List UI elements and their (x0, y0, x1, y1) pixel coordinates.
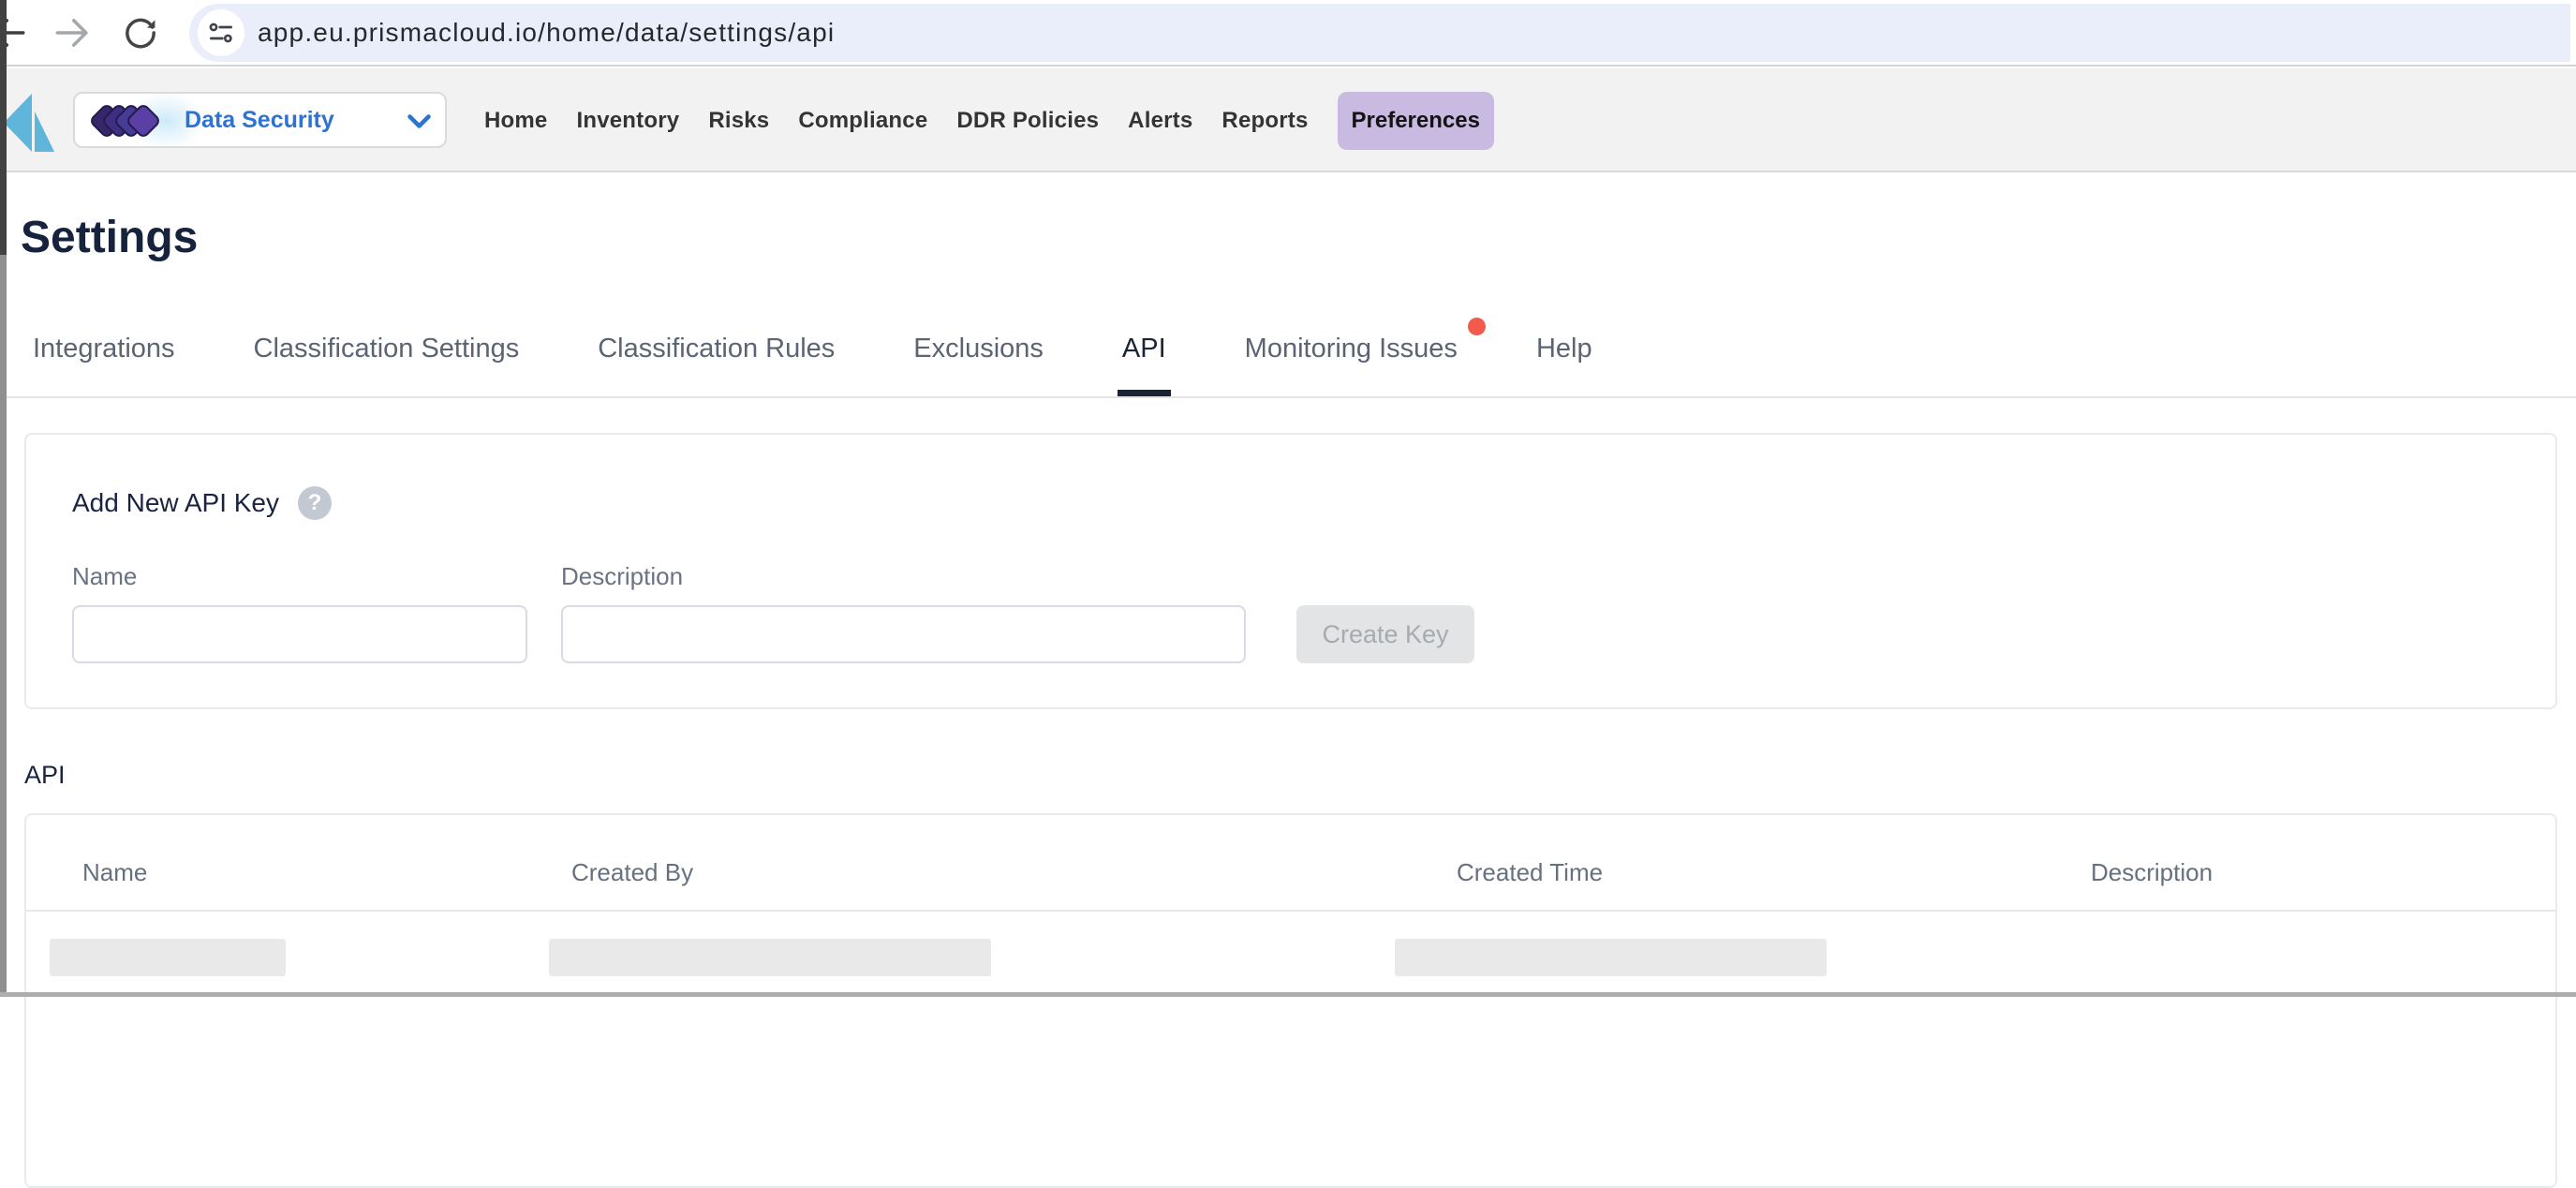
help-icon[interactable]: ? (298, 486, 332, 520)
nav-item-home[interactable]: Home (484, 108, 547, 134)
tab-label: Exclusions (913, 334, 1044, 364)
url-text: app.eu.prismacloud.io/home/data/settings… (258, 4, 835, 62)
window-edge-bottom (0, 255, 7, 997)
tabs-divider (7, 396, 2576, 398)
name-input[interactable] (72, 605, 527, 663)
tab-label: Classification Rules (598, 334, 835, 364)
address-bar[interactable]: app.eu.prismacloud.io/home/data/settings… (189, 4, 2570, 62)
form-section-title: Add New API Key (72, 488, 279, 518)
nav-item-risks[interactable]: Risks (708, 108, 769, 134)
nav-item-alerts[interactable]: Alerts (1128, 108, 1192, 134)
name-field-label: Name (72, 562, 137, 591)
tab-classification-rules[interactable]: Classification Rules (598, 330, 835, 396)
settings-tabs: Integrations Classification Settings Cla… (33, 330, 1592, 396)
create-key-button[interactable]: Create Key (1296, 605, 1474, 663)
nav-item-compliance[interactable]: Compliance (798, 108, 927, 134)
nav-item-reports[interactable]: Reports (1221, 108, 1308, 134)
add-api-key-card: Add New API Key ? Name Description Creat… (24, 433, 2557, 709)
chevron-down-icon (407, 114, 431, 129)
nav-item-preferences[interactable]: Preferences (1338, 92, 1494, 150)
forward-icon[interactable] (52, 13, 92, 52)
tune-icon (206, 18, 236, 48)
tab-label: Help (1536, 334, 1592, 364)
loading-placeholder (50, 939, 286, 976)
browser-toolbar: app.eu.prismacloud.io/home/data/settings… (0, 0, 2576, 67)
column-header-description: Description (2091, 858, 2213, 887)
page-title: Settings (21, 212, 198, 263)
api-keys-table-card: Name Created By Created Time Description (24, 813, 2557, 1188)
product-switcher-label: Data Security (185, 94, 334, 146)
tab-label: Integrations (33, 334, 175, 364)
column-header-created-by: Created By (571, 858, 693, 887)
tab-integrations[interactable]: Integrations (33, 330, 175, 396)
app-navbar: Data Security Home Inventory Risks Compl… (0, 68, 2576, 172)
tab-api[interactable]: API (1122, 330, 1166, 396)
description-field-label: Description (561, 562, 683, 591)
tab-exclusions[interactable]: Exclusions (913, 330, 1044, 396)
nav-item-ddr-policies[interactable]: DDR Policies (956, 108, 1099, 134)
window-edge-top (0, 0, 7, 255)
tab-label: API (1122, 334, 1166, 364)
alert-dot (1468, 318, 1486, 335)
prisma-cloud-logo (0, 92, 58, 156)
nav-menu: Home Inventory Risks Compliance DDR Poli… (484, 68, 1494, 172)
table-header-divider (26, 910, 2555, 912)
table-section-title: API (24, 761, 66, 790)
product-switcher-dropdown[interactable]: Data Security (73, 92, 447, 148)
loading-placeholder (549, 939, 991, 976)
tab-label: Classification Settings (254, 334, 520, 364)
tab-classification-settings[interactable]: Classification Settings (254, 330, 520, 396)
loading-placeholder (1395, 939, 1827, 976)
active-tab-underline (1118, 390, 1171, 396)
tab-monitoring-issues[interactable]: Monitoring Issues (1245, 330, 1458, 396)
nav-item-inventory[interactable]: Inventory (576, 108, 679, 134)
column-header-created-time: Created Time (1457, 858, 1603, 887)
column-header-name: Name (82, 858, 147, 887)
site-settings-button[interactable] (198, 9, 244, 56)
tab-help[interactable]: Help (1536, 330, 1592, 396)
reload-icon[interactable] (121, 13, 160, 52)
window-bottom-edge (0, 992, 2576, 997)
description-input[interactable] (561, 605, 1246, 663)
tab-label: Monitoring Issues (1245, 334, 1458, 364)
